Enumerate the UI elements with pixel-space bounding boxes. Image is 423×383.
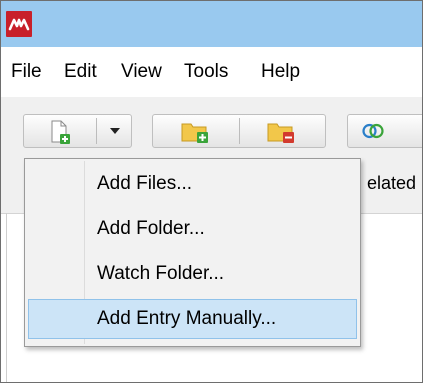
folder-plus-icon[interactable] xyxy=(180,119,210,145)
app-window: File Edit View Tools Help elated Add Fil… xyxy=(0,0,423,383)
title-bar[interactable] xyxy=(1,1,422,47)
menu-item-label: Add Entry Manually... xyxy=(97,308,277,329)
menu-tools[interactable]: Tools xyxy=(184,60,228,84)
menu-item-label: Add Files... xyxy=(97,173,193,194)
content-area-border xyxy=(6,213,7,382)
add-dropdown-menu: Add Files... Add Folder... Watch Folder.… xyxy=(24,158,361,347)
chevron-down-icon[interactable] xyxy=(109,126,121,136)
menu-file[interactable]: File xyxy=(11,60,42,84)
menu-bar: File Edit View Tools Help xyxy=(1,47,422,97)
related-tab-label[interactable]: elated xyxy=(367,173,416,194)
menu-item-label: Watch Folder... xyxy=(97,263,225,284)
menu-item-add-folder[interactable]: Add Folder... xyxy=(28,209,357,249)
folder-minus-icon[interactable] xyxy=(266,119,296,145)
menu-edit[interactable]: Edit xyxy=(64,60,97,84)
menu-view[interactable]: View xyxy=(121,60,162,84)
new-file-plus-icon xyxy=(51,120,70,144)
menu-item-add-files[interactable]: Add Files... xyxy=(28,164,357,204)
folder-buttons-group xyxy=(152,114,326,148)
menu-item-watch-folder[interactable]: Watch Folder... xyxy=(28,254,357,294)
menu-item-label: Add Folder... xyxy=(97,218,205,239)
app-logo-icon xyxy=(6,11,32,37)
menu-help[interactable]: Help xyxy=(261,60,300,84)
add-files-split-button[interactable] xyxy=(23,114,132,148)
menu-item-add-entry-manually[interactable]: Add Entry Manually... xyxy=(28,299,357,339)
overlapping-circles-icon xyxy=(362,123,384,139)
related-button[interactable] xyxy=(347,114,422,148)
